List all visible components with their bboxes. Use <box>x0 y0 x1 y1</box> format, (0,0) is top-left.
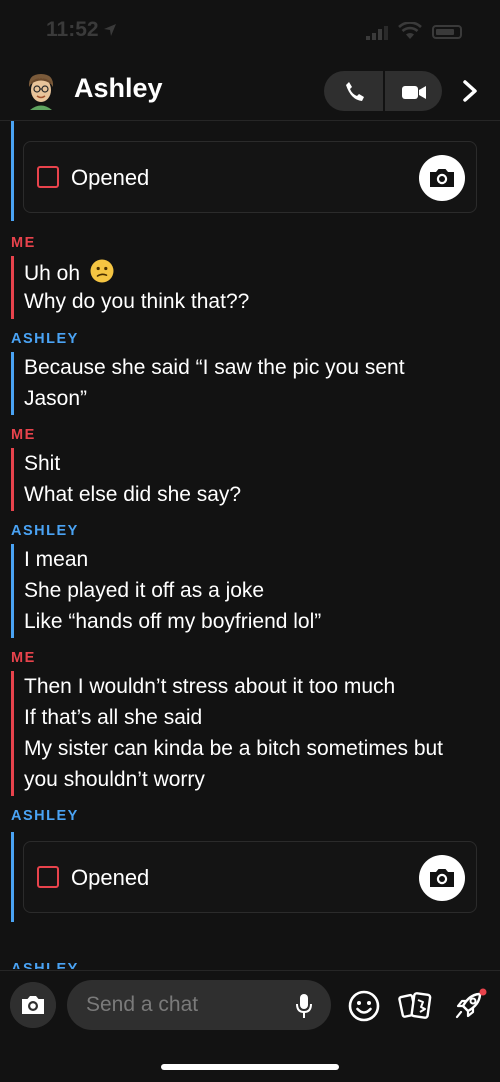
phone-icon[interactable] <box>338 78 370 104</box>
sender-label-ashley: ASHLEY <box>11 961 79 969</box>
opened-snap-square-icon <box>37 866 59 888</box>
ashley-thread-bar <box>11 832 14 922</box>
rocket-icon[interactable] <box>452 986 488 1024</box>
me-thread-bar <box>11 256 14 319</box>
call-divider <box>383 71 385 111</box>
me-thread-bar <box>11 671 14 796</box>
message-text[interactable]: Shit <box>24 452 60 476</box>
opened-snap-square-icon <box>37 166 59 188</box>
battery-icon <box>432 25 462 39</box>
home-indicator <box>161 1064 339 1070</box>
message-text[interactable]: you shouldn’t worry <box>24 768 205 792</box>
message-text[interactable]: Uh oh <box>24 259 114 286</box>
camera-reply-icon[interactable] <box>419 855 465 901</box>
contact-name[interactable]: Ashley <box>74 73 163 104</box>
message-text[interactable]: If that’s all she said <box>24 706 202 730</box>
sender-label-ashley: ASHLEY <box>11 523 79 539</box>
me-thread-bar <box>11 448 14 511</box>
bitmoji-avatar[interactable] <box>22 70 60 110</box>
ashley-thread-bar <box>11 352 14 415</box>
message-text[interactable]: What else did she say? <box>24 483 241 507</box>
message-text[interactable]: Because she said “I saw the pic you sent <box>24 356 405 380</box>
location-arrow-icon <box>104 24 116 36</box>
message-text[interactable]: My sister can kinda be a bitch sometimes… <box>24 737 443 761</box>
snap-status-label: Opened <box>71 865 150 890</box>
camera-icon[interactable] <box>10 982 56 1028</box>
call-controls <box>324 71 442 111</box>
sender-label-me: ME <box>11 235 36 251</box>
sender-label-ashley: ASHLEY <box>11 331 79 347</box>
message-text[interactable]: She played it off as a joke <box>24 579 264 603</box>
microphone-icon[interactable] <box>294 992 314 1020</box>
ashley-thread-bar <box>11 544 14 638</box>
message-text[interactable]: Jason” <box>24 387 87 411</box>
snap-opened-card[interactable]: Opened <box>23 141 477 213</box>
smiley-face-icon[interactable] <box>347 989 381 1023</box>
sender-label-ashley: ASHLEY <box>11 808 79 824</box>
chat-thread[interactable]: Opened ME Uh oh Why do you think that?? … <box>0 121 500 969</box>
chat-composer <box>0 970 500 1041</box>
chat-input[interactable] <box>67 980 331 1030</box>
video-camera-icon[interactable] <box>398 79 430 105</box>
chat-header: Ashley <box>0 62 500 121</box>
status-time: 11:52 <box>46 18 99 41</box>
status-bar: 11:52 <box>0 0 500 62</box>
message-text[interactable]: Like “hands off my boyfriend lol” <box>24 610 321 634</box>
ashley-thread-bar <box>11 121 14 221</box>
snap-opened-card[interactable]: Opened <box>23 841 477 913</box>
message-text[interactable]: Then I wouldn’t stress about it too much <box>24 675 395 699</box>
snap-status-label: Opened <box>71 165 150 190</box>
sender-label-me: ME <box>11 427 36 443</box>
camera-reply-icon[interactable] <box>419 155 465 201</box>
message-line: Uh oh <box>24 262 81 285</box>
message-text[interactable]: Why do you think that?? <box>24 290 249 314</box>
message-text[interactable]: I mean <box>24 548 88 572</box>
wifi-icon <box>398 22 422 39</box>
cards-icon[interactable] <box>398 988 434 1024</box>
confused-face-emoji-icon <box>90 259 114 283</box>
sender-label-me: ME <box>11 650 36 666</box>
chevron-right-icon[interactable] <box>456 76 484 106</box>
cellular-signal-icon <box>366 26 388 40</box>
